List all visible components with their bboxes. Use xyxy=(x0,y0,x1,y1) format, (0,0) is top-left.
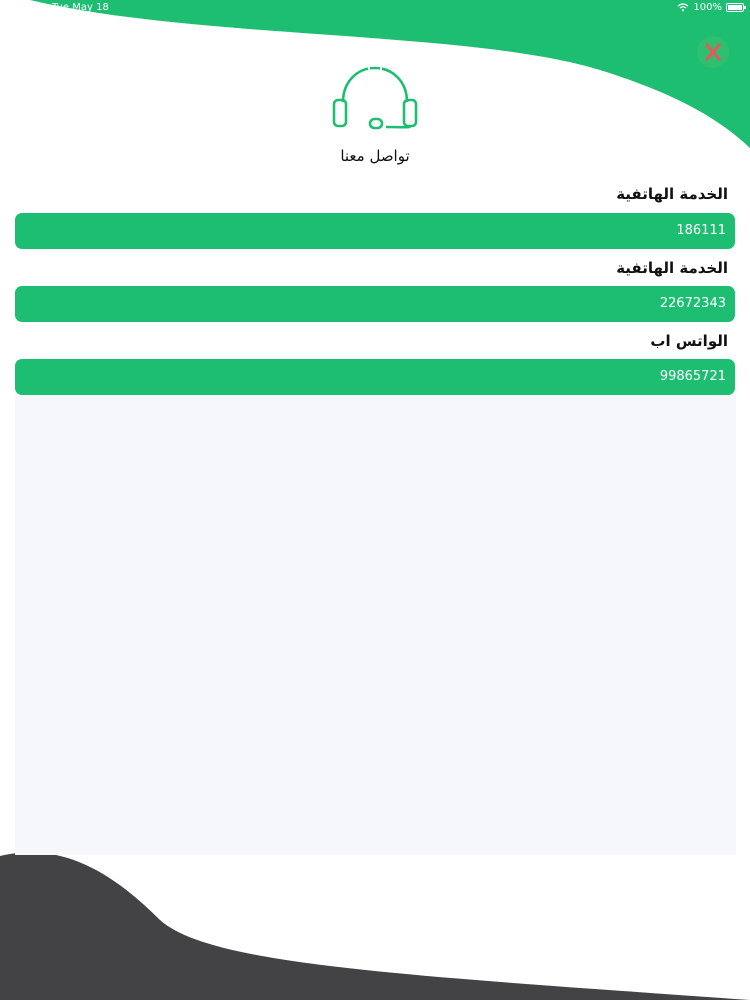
battery-percent: 100% xyxy=(693,2,722,13)
status-indicators: 100% xyxy=(677,2,746,13)
battery-icon xyxy=(726,3,746,12)
content-panel xyxy=(15,395,736,855)
status-bar: Tue May 18 100% xyxy=(0,0,750,16)
contact-label-phone-2: الخدمة الهاتفية xyxy=(616,259,728,277)
contact-value-phone-1[interactable]: 186111 xyxy=(15,213,735,249)
contact-label-phone-1: الخدمة الهاتفية xyxy=(616,185,728,203)
bottom-dark-wave xyxy=(0,852,750,1000)
contact-label-whatsapp: الواتس اب xyxy=(650,332,728,350)
contact-value-phone-2[interactable]: 22672343 xyxy=(15,286,735,322)
status-time: Tue May 18 xyxy=(52,2,109,13)
close-icon xyxy=(705,43,721,61)
headset-icon xyxy=(332,66,418,130)
close-button[interactable] xyxy=(697,36,729,68)
contact-value-whatsapp[interactable]: 99865721 xyxy=(15,359,735,395)
page-title: تواصل معنا xyxy=(340,147,410,165)
wifi-icon xyxy=(678,3,689,12)
